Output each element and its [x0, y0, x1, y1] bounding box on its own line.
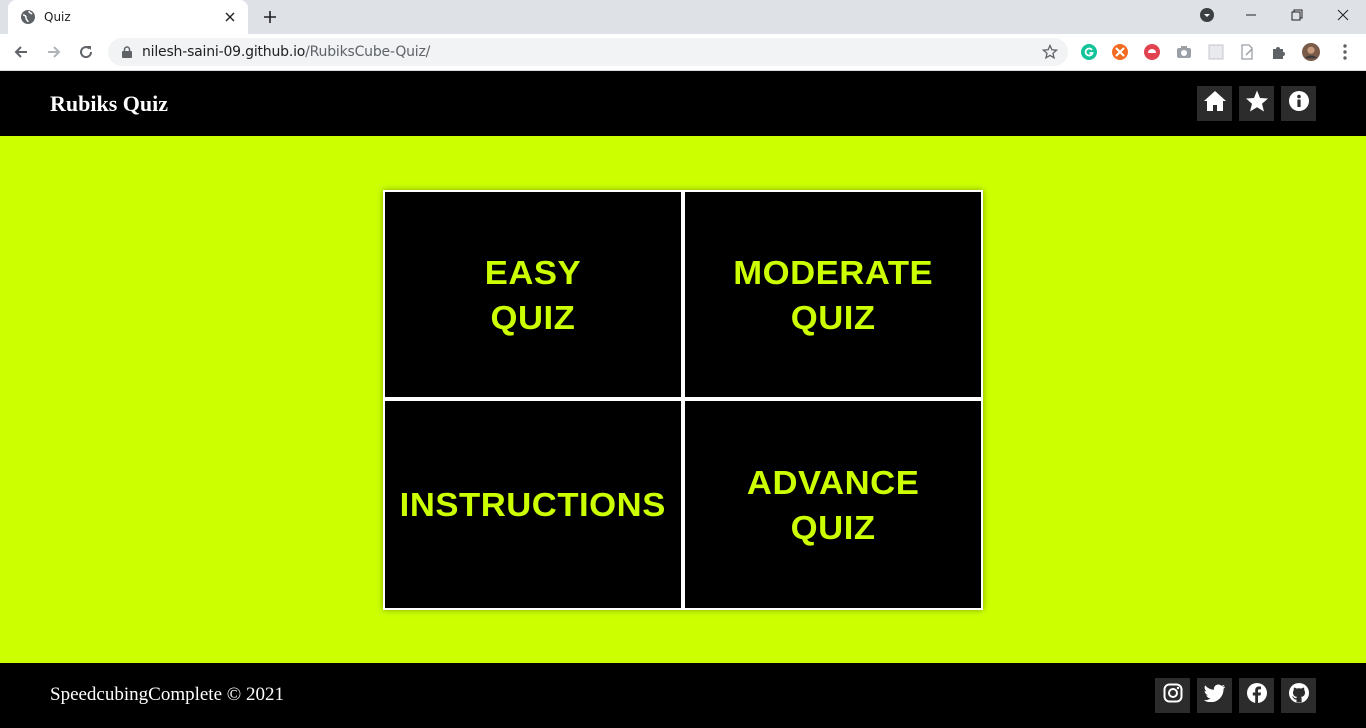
social-links — [1155, 678, 1316, 713]
extension-red-icon[interactable] — [1143, 43, 1161, 61]
puzzle-icon[interactable] — [1270, 43, 1288, 61]
note-icon[interactable] — [1238, 43, 1256, 61]
header-nav — [1197, 86, 1316, 121]
browser-tab-strip: Quiz — [0, 0, 1366, 34]
grammarly-icon[interactable] — [1080, 43, 1098, 61]
moderate-quiz-label: MODERATE QUIZ — [733, 253, 933, 336]
instructions-label: INSTRUCTIONS — [399, 486, 667, 523]
home-icon — [1203, 90, 1227, 117]
quiz-menu-grid: EASY QUIZ MODERATE QUIZ INSTRUCTIONS ADV… — [383, 190, 983, 610]
info-button[interactable] — [1281, 86, 1316, 121]
github-link[interactable] — [1281, 678, 1316, 713]
extension-grid-icon[interactable] — [1207, 43, 1225, 61]
globe-icon — [20, 9, 36, 25]
lock-icon — [120, 45, 134, 59]
menu-dots-icon[interactable] — [1336, 43, 1354, 61]
minimize-icon[interactable] — [1228, 0, 1274, 30]
star-button[interactable] — [1239, 86, 1274, 121]
profile-menu-icon[interactable] — [1184, 0, 1230, 30]
browser-tab[interactable]: Quiz — [8, 0, 248, 34]
address-bar[interactable]: nilesh-saini-09.github.io/RubiksCube-Qui… — [108, 38, 1068, 66]
site-brand[interactable]: Rubiks Quiz — [50, 91, 168, 117]
window-close-icon[interactable] — [1320, 0, 1366, 30]
github-icon — [1288, 683, 1309, 708]
url-path: /RubiksCube-Quiz/ — [305, 44, 431, 60]
close-icon[interactable] — [222, 9, 238, 25]
avatar[interactable] — [1302, 43, 1320, 61]
site-footer: SpeedcubingComplete © 2021 — [0, 663, 1366, 728]
moderate-quiz-button[interactable]: MODERATE QUIZ — [685, 192, 981, 397]
url-text: nilesh-saini-09.github.io/RubiksCube-Qui… — [142, 44, 430, 60]
site-header: Rubiks Quiz — [0, 71, 1366, 136]
extension-orange-icon[interactable] — [1111, 43, 1129, 61]
instagram-icon — [1163, 683, 1183, 708]
tab-title: Quiz — [44, 10, 71, 24]
star-icon — [1245, 90, 1269, 117]
back-arrow-icon[interactable] — [7, 38, 35, 66]
easy-quiz-label: EASY QUIZ — [484, 253, 582, 336]
advance-quiz-label: ADVANCE QUIZ — [746, 463, 920, 546]
easy-quiz-button[interactable]: EASY QUIZ — [385, 192, 681, 397]
url-host: nilesh-saini-09.github.io — [142, 44, 306, 60]
reload-icon[interactable] — [72, 38, 100, 66]
browser-toolbar: nilesh-saini-09.github.io/RubiksCube-Qui… — [0, 34, 1366, 71]
page-body: Rubiks Quiz EASY QUIZ MODERATE QUIZ INST… — [0, 71, 1366, 728]
twitter-icon — [1203, 684, 1226, 707]
twitter-link[interactable] — [1197, 678, 1232, 713]
instructions-button[interactable]: INSTRUCTIONS — [385, 401, 681, 608]
facebook-link[interactable] — [1239, 678, 1274, 713]
facebook-icon — [1246, 683, 1267, 708]
info-icon — [1288, 91, 1309, 116]
instagram-link[interactable] — [1155, 678, 1190, 713]
new-tab-button[interactable] — [258, 6, 282, 28]
home-button[interactable] — [1197, 86, 1232, 121]
camera-icon[interactable] — [1175, 43, 1193, 61]
restore-icon[interactable] — [1274, 0, 1320, 30]
copyright-text: SpeedcubingComplete © 2021 — [50, 684, 284, 705]
bookmark-star-icon[interactable] — [1041, 43, 1059, 60]
forward-arrow-icon[interactable] — [40, 38, 68, 66]
advance-quiz-button[interactable]: ADVANCE QUIZ — [685, 401, 981, 608]
